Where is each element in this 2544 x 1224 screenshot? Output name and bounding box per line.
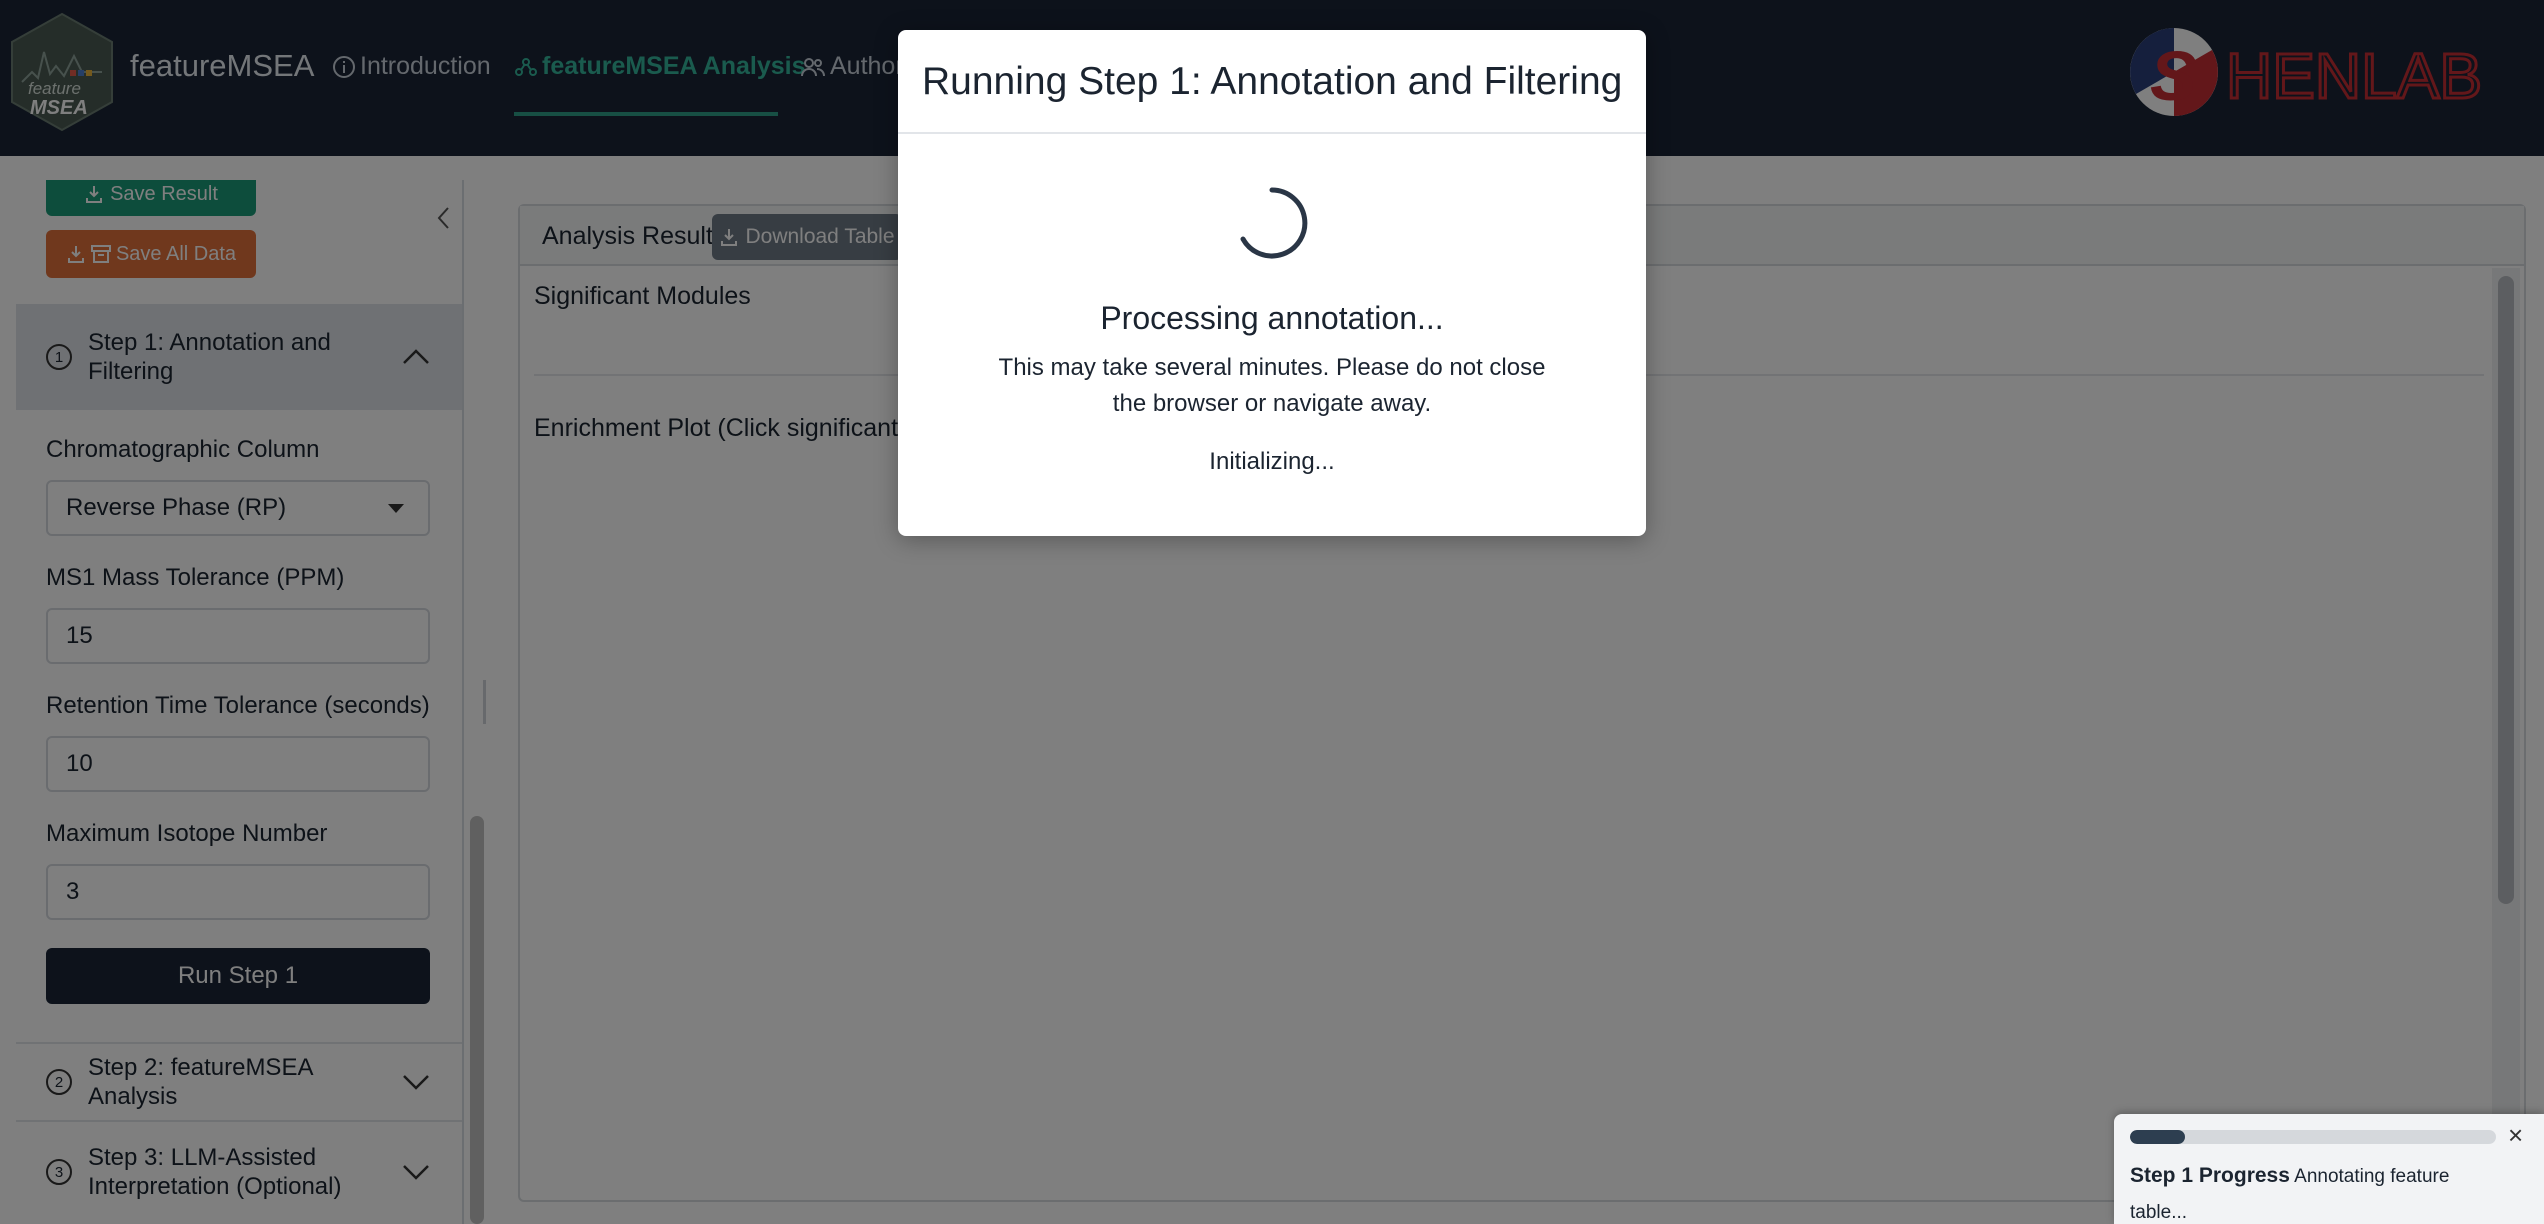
close-icon[interactable]: ×	[2508, 1120, 2523, 1151]
modal-substatus: Initializing...	[1209, 448, 1335, 475]
modal-title: Running Step 1: Annotation and Filtering	[922, 60, 1623, 103]
progress-modal: Running Step 1: Annotation and Filtering…	[898, 30, 1646, 536]
progress-bar	[2130, 1130, 2496, 1144]
modal-warning-message: This may take several minutes. Please do…	[998, 354, 1546, 417]
progress-notification: × Step 1 Progress Annotating feature tab…	[2114, 1114, 2544, 1224]
processing-status: Processing annotation...	[1100, 300, 1444, 336]
modal-separator	[898, 132, 1646, 134]
loading-spinner-icon	[1240, 187, 1308, 259]
progress-title: Step 1 Progress	[2130, 1164, 2290, 1187]
progress-bar-fill	[2130, 1130, 2185, 1144]
progress-message: Step 1 Progress Annotating feature table…	[2130, 1158, 2510, 1224]
